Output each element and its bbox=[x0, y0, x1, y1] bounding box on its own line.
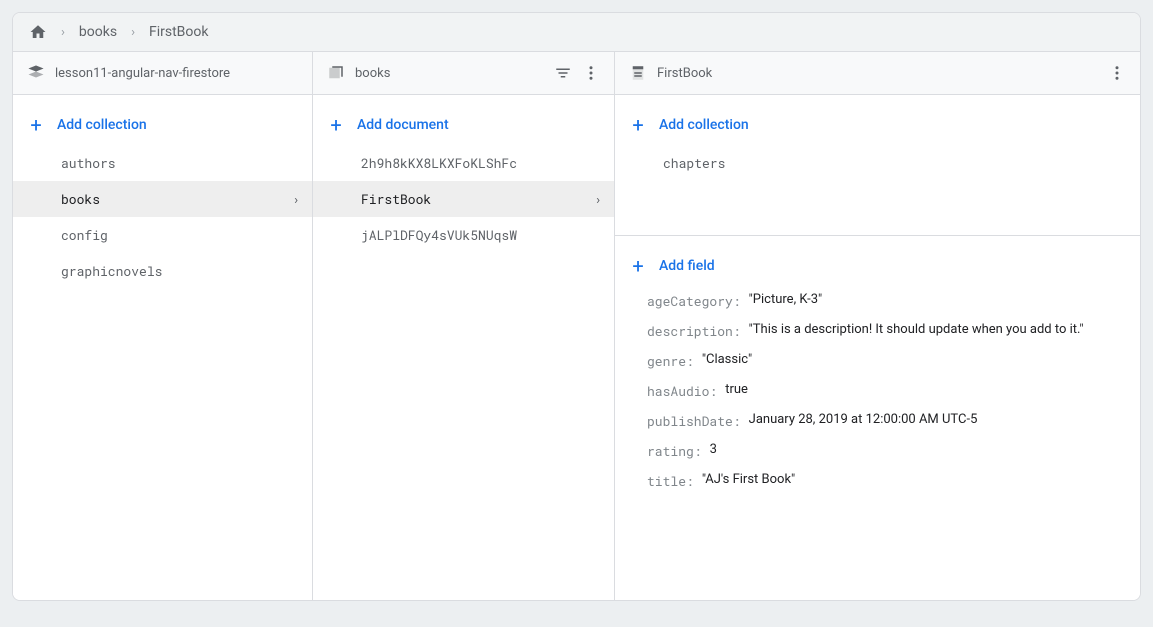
document-header: FirstBook bbox=[615, 52, 1140, 95]
chevron-right-icon: › bbox=[61, 25, 65, 40]
subcollection-item[interactable]: chapters bbox=[615, 145, 1140, 181]
overflow-menu-icon[interactable] bbox=[1108, 64, 1126, 82]
collection-column: books + Add document 2h9h8kKX8LKXFoKLShF… bbox=[313, 52, 615, 600]
add-collection-label: Add collection bbox=[57, 117, 147, 133]
document-name: jALPlDFQy4sVUk5NUqsW bbox=[361, 226, 517, 244]
field-key: ageCategory bbox=[647, 292, 741, 310]
root-header: lesson11-angular-nav-firestore bbox=[13, 52, 312, 95]
collection-item[interactable]: config bbox=[13, 217, 312, 253]
field-value: "Picture, K-3" bbox=[749, 292, 823, 307]
collection-item[interactable]: books › bbox=[13, 181, 312, 217]
collection-name: books bbox=[61, 190, 100, 208]
plus-icon: + bbox=[327, 115, 345, 135]
breadcrumb-bar: › books › FirstBook bbox=[13, 13, 1140, 52]
chevron-right-icon: › bbox=[131, 25, 135, 40]
add-collection-button[interactable]: + Add collection bbox=[13, 105, 312, 145]
field-key: genre bbox=[647, 352, 694, 370]
document-item[interactable]: FirstBook › bbox=[313, 181, 614, 217]
document-icon bbox=[629, 64, 647, 82]
add-field-button[interactable]: + Add field bbox=[615, 246, 1140, 286]
field-row[interactable]: publishDate January 28, 2019 at 12:00:00… bbox=[615, 406, 1140, 436]
root-column: lesson11-angular-nav-firestore + Add col… bbox=[13, 52, 313, 600]
collection-name: config bbox=[61, 226, 108, 244]
collection-item[interactable]: authors bbox=[13, 145, 312, 181]
add-subcollection-label: Add collection bbox=[659, 117, 749, 133]
collection-name: graphicnovels bbox=[61, 262, 162, 280]
chevron-right-icon: › bbox=[292, 190, 300, 208]
document-name: FirstBook bbox=[361, 190, 431, 208]
subcollection-name: chapters bbox=[663, 154, 725, 172]
breadcrumb-item[interactable]: books bbox=[79, 24, 117, 40]
field-value: "Classic" bbox=[702, 352, 752, 367]
collection-item[interactable]: graphicnovels bbox=[13, 253, 312, 289]
field-value: true bbox=[725, 382, 748, 397]
root-title: lesson11-angular-nav-firestore bbox=[55, 66, 230, 81]
field-key: description bbox=[647, 322, 741, 340]
collection-header: books bbox=[313, 52, 614, 95]
field-row[interactable]: genre "Classic" bbox=[615, 346, 1140, 376]
add-field-label: Add field bbox=[659, 258, 715, 274]
field-value: "AJ's First Book" bbox=[702, 472, 795, 487]
field-key: rating bbox=[647, 442, 702, 460]
fields-list: ageCategory "Picture, K-3" description "… bbox=[615, 286, 1140, 496]
field-row[interactable]: rating 3 bbox=[615, 436, 1140, 466]
plus-icon: + bbox=[629, 115, 647, 135]
filter-icon[interactable] bbox=[554, 64, 572, 82]
field-row[interactable]: hasAudio true bbox=[615, 376, 1140, 406]
field-row[interactable]: description "This is a description! It s… bbox=[615, 316, 1140, 346]
field-value: "This is a description! It should update… bbox=[749, 322, 1084, 337]
field-value: January 28, 2019 at 12:00:00 AM UTC-5 bbox=[749, 412, 978, 427]
document-column: FirstBook + Add collection chapters bbox=[615, 52, 1140, 600]
collections-list: authors books › config graphicnovels bbox=[13, 145, 312, 289]
columns: lesson11-angular-nav-firestore + Add col… bbox=[13, 52, 1140, 600]
add-document-button[interactable]: + Add document bbox=[313, 105, 614, 145]
field-key: publishDate bbox=[647, 412, 741, 430]
collection-title: books bbox=[355, 66, 390, 81]
collection-name: authors bbox=[61, 154, 116, 172]
document-name: 2h9h8kKX8LKXFoKLShFc bbox=[361, 154, 517, 172]
chevron-right-icon: › bbox=[594, 190, 602, 208]
add-subcollection-button[interactable]: + Add collection bbox=[615, 105, 1140, 145]
documents-list: 2h9h8kKX8LKXFoKLShFc FirstBook › jALPlDF… bbox=[313, 145, 614, 253]
field-key: hasAudio bbox=[647, 382, 717, 400]
collection-icon bbox=[327, 64, 345, 82]
overflow-menu-icon[interactable] bbox=[582, 64, 600, 82]
document-item[interactable]: jALPlDFQy4sVUk5NUqsW bbox=[313, 217, 614, 253]
home-icon[interactable] bbox=[29, 23, 47, 41]
firestore-panel: › books › FirstBook lesson11-angular-nav… bbox=[12, 12, 1141, 601]
subcollections-list: chapters bbox=[615, 145, 1140, 235]
field-key: title bbox=[647, 472, 694, 490]
field-row[interactable]: title "AJ's First Book" bbox=[615, 466, 1140, 496]
field-value: 3 bbox=[710, 442, 717, 457]
database-icon bbox=[27, 64, 45, 82]
document-title: FirstBook bbox=[657, 66, 712, 81]
field-row[interactable]: ageCategory "Picture, K-3" bbox=[615, 286, 1140, 316]
plus-icon: + bbox=[27, 115, 45, 135]
plus-icon: + bbox=[629, 256, 647, 276]
add-document-label: Add document bbox=[357, 117, 449, 133]
breadcrumb-item[interactable]: FirstBook bbox=[149, 24, 208, 40]
document-item[interactable]: 2h9h8kKX8LKXFoKLShFc bbox=[313, 145, 614, 181]
